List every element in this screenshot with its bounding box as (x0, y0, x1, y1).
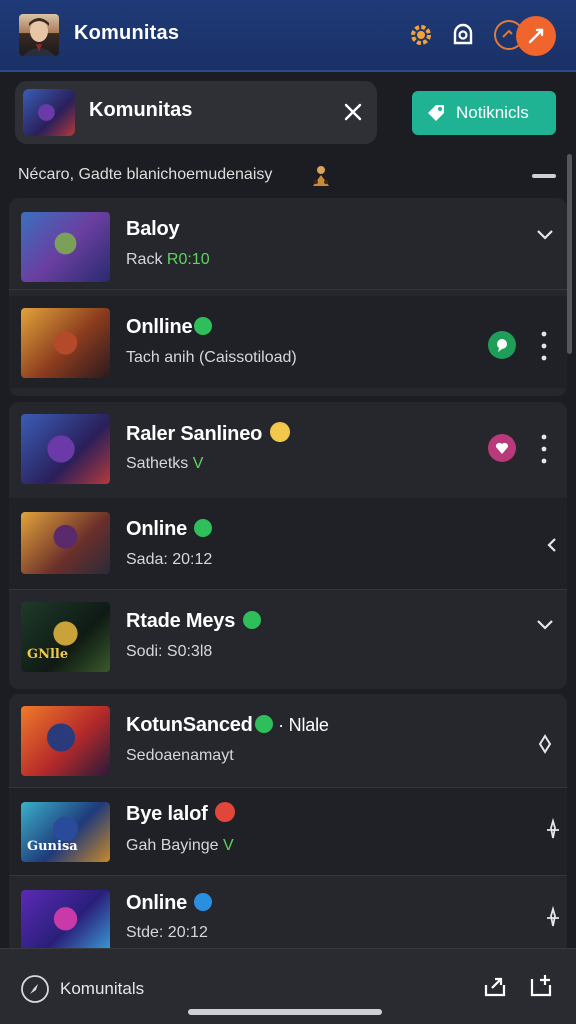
item-subtitle: Rack R0:10 (126, 251, 210, 268)
community-search-card[interactable]: Komunitas (15, 81, 377, 144)
list-item[interactable]: Onlline Tach anih (Caissotiload) (9, 296, 567, 388)
community-group: KotunSanced · Nlale Sedoaenamayt Gunisa … (9, 694, 567, 954)
item-name: Online (126, 518, 213, 541)
item-name: Rtade Meys (126, 610, 261, 633)
item-subtitle: Tach anih (Caissotiload) (126, 349, 297, 366)
item-subtitle: Sada: 20:12 (126, 551, 213, 568)
bottom-bar-label[interactable]: Komunitals (60, 979, 144, 999)
add-post-icon[interactable] (528, 973, 554, 999)
neutral-emoji-icon (269, 422, 290, 442)
top-app-bar: Komunitas (0, 0, 576, 72)
close-icon[interactable] (341, 100, 365, 124)
home-indicator[interactable] (188, 1009, 382, 1015)
profile-icon[interactable] (448, 20, 478, 50)
community-description: Nécaro, Gadte blanichoemudenaisy (18, 166, 273, 183)
people-icon[interactable] (307, 162, 335, 190)
game-thumbnail (21, 706, 110, 776)
community-group: Raler Sanlineo Sathetks V Online Sada: 2… (9, 402, 567, 689)
game-thumbnail (21, 414, 110, 484)
chevron-down-icon[interactable] (531, 220, 559, 248)
list-item[interactable]: Online Sada: 20:12 (9, 498, 567, 590)
user-avatar[interactable] (19, 14, 59, 56)
item-subtitle: Sodi: S0:3l8 (126, 643, 213, 660)
compass-icon[interactable] (20, 974, 50, 1004)
game-thumbnail (21, 308, 110, 378)
list-item[interactable]: KotunSanced · Nlale Sedoaenamayt (9, 694, 567, 788)
chevron-down-icon[interactable] (531, 610, 559, 638)
item-name: Baloy (126, 218, 180, 240)
community-group: Baloy Rack R0:10 Onlline Tach anih (Cais… (9, 198, 567, 396)
app-title: Komunitas (74, 22, 180, 44)
diamond-icon[interactable] (531, 730, 559, 758)
item-name: Raler Sanlineo (126, 422, 290, 446)
list-item[interactable]: GNlle Rtade Meys Sodi: S0:3l8 (9, 590, 567, 689)
chevron-left-icon[interactable] (539, 531, 567, 559)
angry-emoji-icon (214, 802, 235, 822)
scrollbar[interactable] (567, 154, 572, 354)
more-vertical-icon[interactable] (534, 431, 554, 467)
list-item[interactable]: Online Stde: 20:12 (9, 876, 567, 954)
online-status-icon (194, 519, 213, 537)
game-thumbnail: GNlle (21, 602, 110, 672)
list-item[interactable]: Baloy Rack R0:10 (9, 198, 567, 290)
online-status-icon (194, 317, 213, 335)
item-subtitle: Stde: 20:12 (126, 924, 208, 941)
tag-icon (428, 105, 444, 121)
notifications-button-label: Notiknicls (456, 103, 529, 122)
item-subtitle: Gah Bayinge V (126, 837, 234, 854)
chat-badge-icon[interactable] (488, 331, 516, 359)
item-name: Onlline (126, 316, 213, 339)
settings-gear-icon[interactable] (406, 20, 436, 50)
game-thumbnail (21, 212, 110, 282)
list-item[interactable]: Gunisa Bye lalof Gah Bayinge V (9, 788, 567, 876)
item-name: KotunSanced · Nlale (126, 714, 329, 736)
row-divider (9, 289, 567, 290)
game-thumbnail (21, 890, 110, 954)
edit-action-button[interactable] (516, 16, 556, 56)
item-name: Online (126, 892, 213, 915)
sparkle-icon[interactable] (539, 904, 567, 932)
list-item[interactable]: Raler Sanlineo Sathetks V (9, 402, 567, 494)
online-status-icon (242, 611, 261, 629)
community-card-title: Komunitas (89, 99, 193, 121)
game-thumbnail (21, 512, 110, 574)
notifications-button[interactable]: Notiknicls (412, 91, 556, 135)
info-status-icon (194, 893, 213, 911)
more-vertical-icon[interactable] (534, 328, 554, 364)
online-status-icon (254, 715, 273, 733)
community-thumbnail (23, 89, 75, 136)
share-icon[interactable] (482, 973, 508, 999)
item-subtitle: Sathetks V (126, 455, 204, 472)
sparkle-icon[interactable] (539, 816, 567, 844)
pencil-icon (528, 28, 544, 44)
item-subtitle: Sedoaenamayt (126, 747, 234, 764)
heart-badge-icon[interactable] (488, 434, 516, 462)
menu-dash-icon[interactable] (532, 174, 556, 178)
item-name: Bye lalof (126, 802, 235, 826)
game-thumbnail: Gunisa (21, 802, 110, 862)
